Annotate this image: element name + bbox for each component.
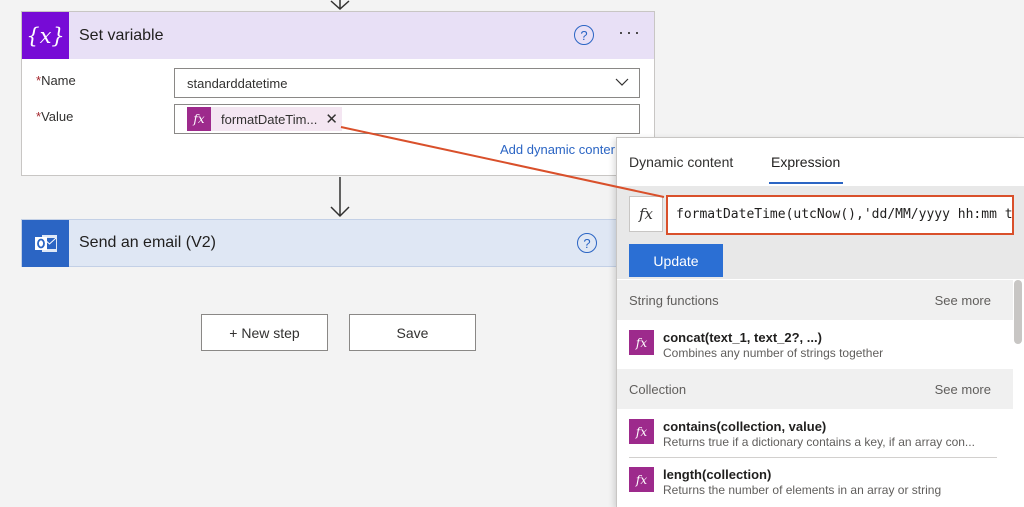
expression-panel: Dynamic content Expression fx formatDate…	[616, 137, 1024, 507]
tab-dynamic-content[interactable]: Dynamic content	[629, 154, 733, 170]
name-dropdown[interactable]: standarddatetime	[174, 68, 640, 98]
variable-icon: {x}	[22, 12, 69, 59]
set-variable-header[interactable]: {x} Set variable ? ···	[22, 12, 654, 59]
name-row: *Name standarddatetime	[22, 68, 654, 98]
value-label: *Value	[36, 109, 74, 124]
card-title: Send an email (V2)	[79, 234, 216, 251]
new-step-button[interactable]: + New step	[201, 314, 328, 351]
expression-text: formatDateTime(utcNow(),'dd/MM/yyyy hh:m…	[676, 207, 1014, 222]
tab-expression[interactable]: Expression	[771, 154, 840, 170]
function-item[interactable]: fx contains(collection, value) Returns t…	[629, 410, 997, 458]
function-description: Returns true if a dictionary contains a …	[663, 435, 975, 449]
function-item[interactable]: fx concat(text_1, text_2?, ...) Combines…	[629, 321, 997, 365]
help-icon[interactable]: ?	[577, 233, 597, 253]
function-item[interactable]: fx length(collection) Returns the number…	[629, 458, 997, 502]
add-dynamic-content-link[interactable]: Add dynamic conter	[500, 142, 615, 157]
section-collection: Collection See more	[617, 369, 1013, 409]
fx-icon: fx	[187, 107, 211, 131]
function-description: Combines any number of strings together	[663, 346, 884, 360]
name-value: standarddatetime	[187, 76, 288, 91]
help-icon[interactable]: ?	[574, 25, 594, 45]
scrollbar[interactable]	[1014, 280, 1022, 344]
connector-arrow-middle	[330, 177, 350, 218]
outlook-icon	[22, 220, 69, 267]
send-email-card[interactable]: Send an email (V2) ?	[21, 219, 655, 267]
expression-area: fx formatDateTime(utcNow(),'dd/MM/yyyy h…	[617, 186, 1024, 279]
chevron-down-icon[interactable]	[615, 77, 629, 87]
section-title: String functions	[629, 293, 719, 308]
connector-arrow-top	[330, 0, 350, 10]
function-signature: contains(collection, value)	[663, 419, 827, 434]
panel-tabs: Dynamic content Expression	[617, 138, 1024, 186]
function-description: Returns the number of elements in an arr…	[663, 483, 942, 497]
update-button[interactable]: Update	[629, 244, 723, 277]
value-field[interactable]: fx formatDateTim... ✕	[174, 104, 640, 134]
expression-token[interactable]: fx formatDateTim... ✕	[187, 107, 342, 131]
active-tab-indicator	[769, 182, 843, 184]
name-label: *Name	[36, 73, 76, 88]
section-title: Collection	[629, 382, 687, 397]
token-label: formatDateTim...	[221, 111, 318, 127]
function-signature: length(collection)	[663, 467, 772, 482]
fx-icon: fx	[629, 419, 654, 444]
set-variable-card[interactable]: {x} Set variable ? ··· *Name standarddat…	[21, 11, 655, 176]
fx-icon: fx	[629, 330, 654, 355]
fx-icon: fx	[629, 196, 663, 232]
section-string-functions: String functions See more	[617, 280, 1013, 320]
fx-icon: fx	[629, 467, 654, 492]
more-options-icon[interactable]: ···	[618, 22, 642, 43]
function-signature: concat(text_1, text_2?, ...)	[663, 330, 822, 345]
remove-token-icon[interactable]: ✕	[325, 110, 338, 128]
save-button[interactable]: Save	[349, 314, 476, 351]
see-more-link[interactable]: See more	[935, 293, 991, 308]
expression-input[interactable]: formatDateTime(utcNow(),'dd/MM/yyyy hh:m…	[666, 195, 1014, 235]
card-title: Set variable	[79, 26, 164, 44]
value-row: *Value fx formatDateTim... ✕	[22, 104, 654, 134]
see-more-link[interactable]: See more	[935, 382, 991, 397]
